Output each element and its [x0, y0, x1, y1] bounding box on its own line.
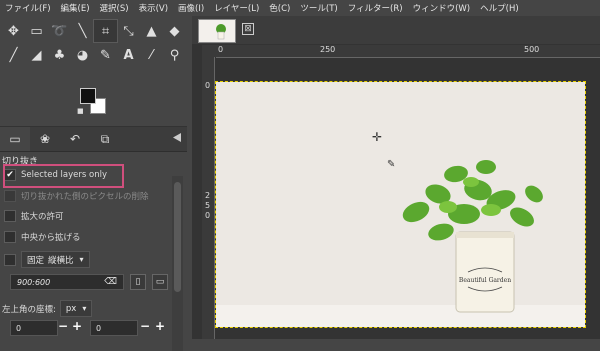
position-y-value: 0 [96, 323, 102, 333]
clear-field-icon[interactable]: ⌫ [104, 277, 117, 287]
crop-cursor-icon: ✎ [387, 159, 396, 170]
menu-item[interactable]: ツール(T) [295, 2, 342, 14]
expand-center-option[interactable]: 中央から拡げる [4, 231, 81, 243]
ruler-label: 0 [218, 45, 224, 54]
menu-item[interactable]: フィルター(R) [343, 2, 408, 14]
plus-icon[interactable]: + [72, 319, 82, 333]
tab-undo-history[interactable]: ↶ [60, 127, 90, 151]
position-x-value: 0 [16, 323, 22, 333]
menu-item[interactable]: レイヤー(L) [209, 2, 264, 14]
image-window: ⊠ 0 250 500 0 2 5 0 Beautiful Garden ✛ ✎ [192, 16, 600, 339]
image-thumbnail[interactable] [198, 19, 236, 43]
portrait-icon[interactable]: ▯ [130, 274, 146, 290]
move-tool-icon[interactable]: ✥ [2, 20, 25, 42]
ruler-label: 0 [205, 211, 211, 220]
tool-row-1: ✥ ▭ ➰ ╲ ⌗ ⤡ ▲ ◆ [2, 19, 186, 43]
clone-tool-icon[interactable]: ♣ [48, 44, 71, 66]
highlight-box [3, 164, 124, 188]
menu-item[interactable]: ヘルプ(H) [475, 2, 524, 14]
menu-item[interactable]: 画像(I) [173, 2, 209, 14]
allow-growing-label: 拡大の許可 [21, 212, 64, 222]
menu-bar: ファイル(F) 編集(E) 選択(S) 表示(V) 画像(I) レイヤー(L) 色(C) ツー… [0, 0, 600, 16]
ruler-label: 500 [524, 45, 540, 54]
ratio-field[interactable]: 900:600 ⌫ [10, 274, 124, 290]
fixed-option[interactable]: 固定 縦横比 ▾ [4, 251, 90, 268]
ratio-value: 900:600 [17, 277, 51, 287]
crop-tool-icon[interactable]: ⌗ [93, 19, 118, 43]
paintbrush-tool-icon[interactable]: ╱ [2, 44, 25, 66]
allow-growing-option[interactable]: 拡大の許可 [4, 210, 64, 222]
image-canvas[interactable]: Beautiful Garden ✛ ✎ [215, 81, 586, 328]
ruler-label: 2 [205, 191, 211, 200]
landscape-icon[interactable]: ▭ [152, 274, 168, 290]
fixed-mode-dropdown[interactable]: 固定 縦横比 ▾ [21, 251, 90, 268]
zoom-tool-icon[interactable]: ⚲ [163, 44, 186, 66]
warp-tool-icon[interactable]: ▲ [140, 20, 163, 42]
ruler-label: 250 [320, 45, 336, 54]
menu-item[interactable]: ウィンドウ(W) [408, 2, 476, 14]
fuzzy-select-tool-icon[interactable]: ╲ [71, 20, 94, 42]
text-tool-icon[interactable]: A [117, 44, 140, 66]
tab-images[interactable]: ⧉ [90, 127, 120, 151]
image-tabs-bar: ⊠ [192, 16, 600, 44]
unit-dropdown[interactable]: px ▾ [59, 300, 93, 317]
toolbox-dock: ✥ ▭ ➰ ╲ ⌗ ⤡ ▲ ◆ ╱ ◢ ♣ ◕ ✎ A ⁄ ⚲ ■ ▭ ❀ ↶ … [0, 16, 187, 351]
menu-item[interactable]: 編集(E) [56, 2, 95, 14]
chevron-down-icon: ▾ [79, 255, 84, 264]
checkbox[interactable] [4, 210, 16, 222]
close-icon[interactable]: ⊠ [242, 23, 254, 35]
tool-row-2: ╱ ◢ ♣ ◕ ✎ A ⁄ ⚲ [2, 44, 186, 66]
fixed-label: 固定 [27, 255, 45, 266]
menu-item[interactable]: 表示(V) [134, 2, 173, 14]
unit-value: px [65, 303, 77, 314]
tab-tool-options[interactable]: ▭ [0, 127, 30, 151]
position-y-field[interactable]: 0 [90, 320, 138, 336]
chevron-down-icon: ▾ [82, 304, 87, 313]
position-x-field[interactable]: 0 [10, 320, 58, 336]
paths-tool-icon[interactable]: ✎ [94, 44, 117, 66]
checkbox[interactable] [4, 231, 16, 243]
tab-device-status[interactable]: ❀ [30, 127, 60, 151]
horizontal-ruler[interactable]: 0 250 500 [216, 45, 600, 58]
foreground-color-swatch[interactable] [80, 88, 96, 104]
rect-select-tool-icon[interactable]: ▭ [25, 20, 48, 42]
dock-tabs: ▭ ❀ ↶ ⧉ [0, 126, 187, 152]
menu-item[interactable]: ファイル(F) [0, 2, 56, 14]
checkbox[interactable] [4, 253, 16, 266]
checkbox[interactable] [4, 190, 16, 202]
ruler-label: 0 [205, 81, 211, 90]
bucket-fill-tool-icon[interactable]: ◆ [163, 20, 186, 42]
eraser-tool-icon[interactable]: ◢ [25, 44, 48, 66]
position-label: 左上角の座標: [2, 304, 56, 315]
plant-image: Beautiful Garden [402, 160, 543, 313]
reset-colors-icon[interactable]: ■ [77, 107, 84, 115]
scrollbar-thumb[interactable] [174, 182, 181, 292]
smudge-tool-icon[interactable]: ◕ [71, 44, 94, 66]
menu-item[interactable]: 色(C) [264, 2, 295, 14]
lasso-tool-icon[interactable]: ➰ [48, 20, 71, 42]
crosshair-cursor-icon: ✛ [372, 130, 383, 144]
ruler-corner[interactable] [202, 45, 216, 57]
color-picker-tool-icon[interactable]: ⁄ [140, 44, 163, 66]
position-row: 左上角の座標: px ▾ [2, 300, 93, 317]
transform-tool-icon[interactable]: ⤡ [117, 20, 140, 42]
pot-label-text: Beautiful Garden [459, 277, 511, 284]
menu-item[interactable]: 選択(S) [95, 2, 134, 14]
thumbnail-plant-icon [216, 24, 226, 40]
delete-pixels-option[interactable]: 切り抜かれた側のピクセルの削除 [4, 190, 149, 202]
expand-center-label: 中央から拡げる [21, 233, 81, 243]
ruler-label: 5 [205, 201, 211, 210]
plus-icon[interactable]: + [155, 319, 165, 333]
tab-menu-icon[interactable] [173, 133, 181, 142]
delete-pixels-label: 切り抜かれた側のピクセルの削除 [21, 192, 149, 202]
fixed-mode-value: 縦横比 [48, 255, 74, 266]
fg-bg-colors[interactable]: ■ [77, 88, 108, 116]
minus-icon[interactable]: − [58, 319, 68, 333]
minus-icon[interactable]: − [140, 319, 150, 333]
vertical-ruler[interactable]: 0 2 5 0 [202, 57, 215, 339]
